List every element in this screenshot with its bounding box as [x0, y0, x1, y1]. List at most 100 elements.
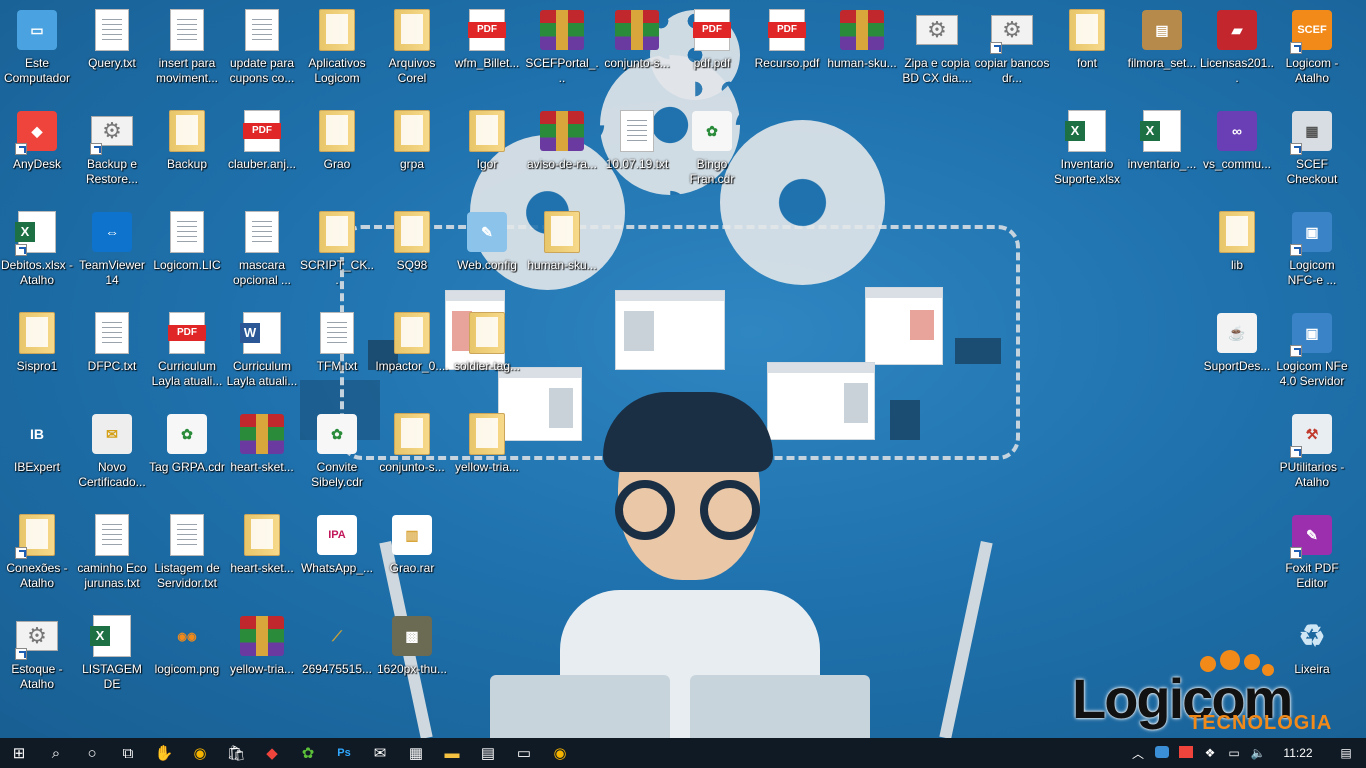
clock[interactable]: 11:22: [1270, 746, 1326, 760]
desktop-icon[interactable]: ◆ AnyDesk: [0, 101, 74, 201]
desktop-icon[interactable]: ⚙ Estoque - Atalho: [0, 606, 74, 706]
desktop-icon[interactable]: 10.07.19.txt: [600, 101, 674, 201]
desktop-icon[interactable]: Backup: [150, 101, 224, 201]
desktop-icon[interactable]: SQ98: [375, 202, 449, 302]
desktop-icon[interactable]: Query.txt: [75, 0, 149, 100]
desktop-icon[interactable]: update para cupons co...: [225, 0, 299, 100]
desktop-icon[interactable]: ⚙ copiar bancos dr...: [975, 0, 1049, 100]
desktop-icon[interactable]: ✿ Tag GRPA.cdr: [149, 404, 225, 504]
desktop-icon[interactable]: ▭ Este Computador: [0, 0, 74, 100]
desktop-icon[interactable]: ▣ Logicom NFC-e ...: [1275, 202, 1349, 302]
desktop-icon[interactable]: ✎ Web.config: [450, 202, 524, 302]
search-icon[interactable]: ⌕: [38, 738, 74, 768]
desktop-icon[interactable]: ⚙ Backup e Restore...: [75, 101, 149, 201]
desktop-icon[interactable]: XLISTAGEM DE SERVIDORE...: [75, 606, 149, 706]
desktop-icon[interactable]: conjunto-s...: [600, 0, 674, 100]
calculator-icon[interactable]: ▦: [398, 738, 434, 768]
desktop-icon[interactable]: ✿ Bingo Fran.cdr: [675, 101, 749, 201]
notifications-icon[interactable]: ▤: [1326, 746, 1366, 760]
corel-icon[interactable]: ✿: [290, 738, 326, 768]
desktop-icon[interactable]: Arquivos Corel: [375, 0, 449, 100]
desktop-icon[interactable]: PDF wfm_Billet...: [450, 0, 524, 100]
volume-icon[interactable]: 🔈: [1246, 746, 1270, 760]
desktop-icon[interactable]: heart-sket...: [225, 505, 299, 605]
desktop-icon[interactable]: grpa: [375, 101, 449, 201]
network-icon[interactable]: ▭: [1222, 746, 1246, 760]
desktop-icon[interactable]: Impactor_0....: [375, 303, 449, 403]
desktop-icon[interactable]: ▦ SCEF Checkout: [1275, 101, 1349, 201]
desktop-icon[interactable]: Aplicativos Logicom: [300, 0, 374, 100]
txt-icon: [238, 6, 286, 54]
desktop-icon[interactable]: Logicom.LIC: [150, 202, 224, 302]
desktop-icon[interactable]: conjunto-s...: [375, 404, 449, 504]
desktop-icon[interactable]: heart-sket...: [225, 404, 299, 504]
desktop-icon[interactable]: ✉ Novo Certificado...: [75, 404, 149, 504]
desktop-icon[interactable]: ▥ Grao.rar: [375, 505, 449, 605]
desktop-icon[interactable]: SCEF Logicom - Atalho: [1275, 0, 1349, 100]
desktop-icon[interactable]: ▤ filmora_set...: [1125, 0, 1199, 100]
anydesk-icon[interactable]: ◆: [254, 738, 290, 768]
app-icon[interactable]: ▭: [506, 738, 542, 768]
desktop-icon[interactable]: DFPC.txt: [75, 303, 149, 403]
desktop-icon[interactable]: yellow-tria...: [225, 606, 299, 706]
desktop-icon[interactable]: Conexões - Atalho: [0, 505, 74, 605]
cortana-icon[interactable]: ○: [74, 738, 110, 768]
desktop-icon[interactable]: ◉◉ logicom.png: [150, 606, 224, 706]
mail-icon[interactable]: ✉: [362, 738, 398, 768]
desktop-icon[interactable]: W Curriculum Layla atuali...: [225, 303, 299, 403]
pdf-icon: PDF: [163, 309, 211, 357]
store-icon[interactable]: 🛍: [218, 738, 254, 768]
desktop-icon[interactable]: Grao: [300, 101, 374, 201]
desktop-icon[interactable]: ✎ Foxit PDF Editor: [1275, 505, 1349, 605]
desktop-icon[interactable]: insert para moviment...: [150, 0, 224, 100]
desktop-icon[interactable]: X Debitos.xlsx - Atalho: [0, 202, 74, 302]
desktop-icon[interactable]: lib: [1200, 202, 1274, 302]
chrome-icon[interactable]: ◉: [542, 738, 578, 768]
desktop-icon[interactable]: aviso-de-ra...: [525, 101, 599, 201]
notepad-icon[interactable]: ▤: [470, 738, 506, 768]
desktop-icon[interactable]: ⚙ Zipa e copia BD CX dia....: [900, 0, 974, 100]
desktop-icon[interactable]: caminho Eco jurunas.txt: [75, 505, 149, 605]
desktop-icon[interactable]: SCRIPT_CK...: [300, 202, 374, 302]
desktop-icon[interactable]: TFM.txt: [300, 303, 374, 403]
show-hidden-icons-icon[interactable]: ︿: [1126, 745, 1150, 762]
desktop-icon[interactable]: ✿ Convite Sibely.cdr: [300, 404, 374, 504]
desktop-icon-label: heart-sket...: [230, 460, 294, 474]
task-view-icon[interactable]: ⧉: [110, 738, 146, 768]
desktop-icon[interactable]: ▣ Logicom NFe 4.0 Servidor: [1275, 303, 1349, 403]
desktop-icon[interactable]: Sispro1: [0, 303, 74, 403]
network-app-icon[interactable]: [1150, 745, 1174, 761]
start-icon[interactable]: ⊞: [0, 738, 38, 768]
desktop-icon[interactable]: PDF Recurso.pdf: [750, 0, 824, 100]
chrome-icon[interactable]: ◉: [182, 738, 218, 768]
desktop-icon[interactable]: ▰ Licensas201...: [1200, 0, 1274, 100]
desktop-icon[interactable]: X Inventario Suporte.xlsx: [1050, 101, 1124, 201]
desktop-icon[interactable]: mascara opcional ...: [225, 202, 299, 302]
desktop-icon[interactable]: font: [1050, 0, 1124, 100]
desktop-icon[interactable]: Xinventario_...: [1125, 101, 1199, 201]
desktop-icon[interactable]: ∞ vs_commu...: [1200, 101, 1274, 201]
desktop-icon[interactable]: Listagem de Servidor.txt: [150, 505, 224, 605]
desktop-icon[interactable]: human-sku...: [525, 202, 599, 302]
explorer-icon[interactable]: ▬: [434, 738, 470, 768]
desktop-icon[interactable]: Igor: [450, 101, 524, 201]
hand-icon[interactable]: ✋: [146, 738, 182, 768]
desktop-icon[interactable]: ⟋ 269475515...: [300, 606, 374, 706]
desktop-icon[interactable]: PDF pdf.pdf: [675, 0, 749, 100]
photoshop-icon[interactable]: Ps: [326, 738, 362, 768]
desktop-icon[interactable]: ⚒ PUtilitarios - Atalho: [1275, 404, 1349, 504]
desktop-icon[interactable]: PDF Curriculum Layla atuali...: [150, 303, 224, 403]
desktop-icon[interactable]: IB IBExpert: [0, 404, 74, 504]
desktop-icon[interactable]: yellow-tria...: [450, 404, 524, 504]
desktop-icon[interactable]: SCEFPortal_...: [525, 0, 599, 100]
desktop-icon[interactable]: soldier-tag...: [450, 303, 524, 403]
desktop-icon[interactable]: ⇔ TeamViewer 14: [75, 202, 149, 302]
desktop-icon[interactable]: ☕ SuportDes...: [1200, 303, 1274, 403]
dropbox-icon[interactable]: ❖: [1198, 746, 1222, 760]
desktop-icon-label: Query.txt: [88, 56, 136, 70]
desktop-icon[interactable]: IPA WhatsApp_...: [300, 505, 374, 605]
desktop-icon[interactable]: human-sku...: [825, 0, 899, 100]
anydesk-tray-icon[interactable]: [1174, 745, 1198, 761]
desktop-icon[interactable]: ▩ 1620px-thu...: [375, 606, 449, 706]
desktop-icon[interactable]: PDF clauber.anj...: [225, 101, 299, 201]
